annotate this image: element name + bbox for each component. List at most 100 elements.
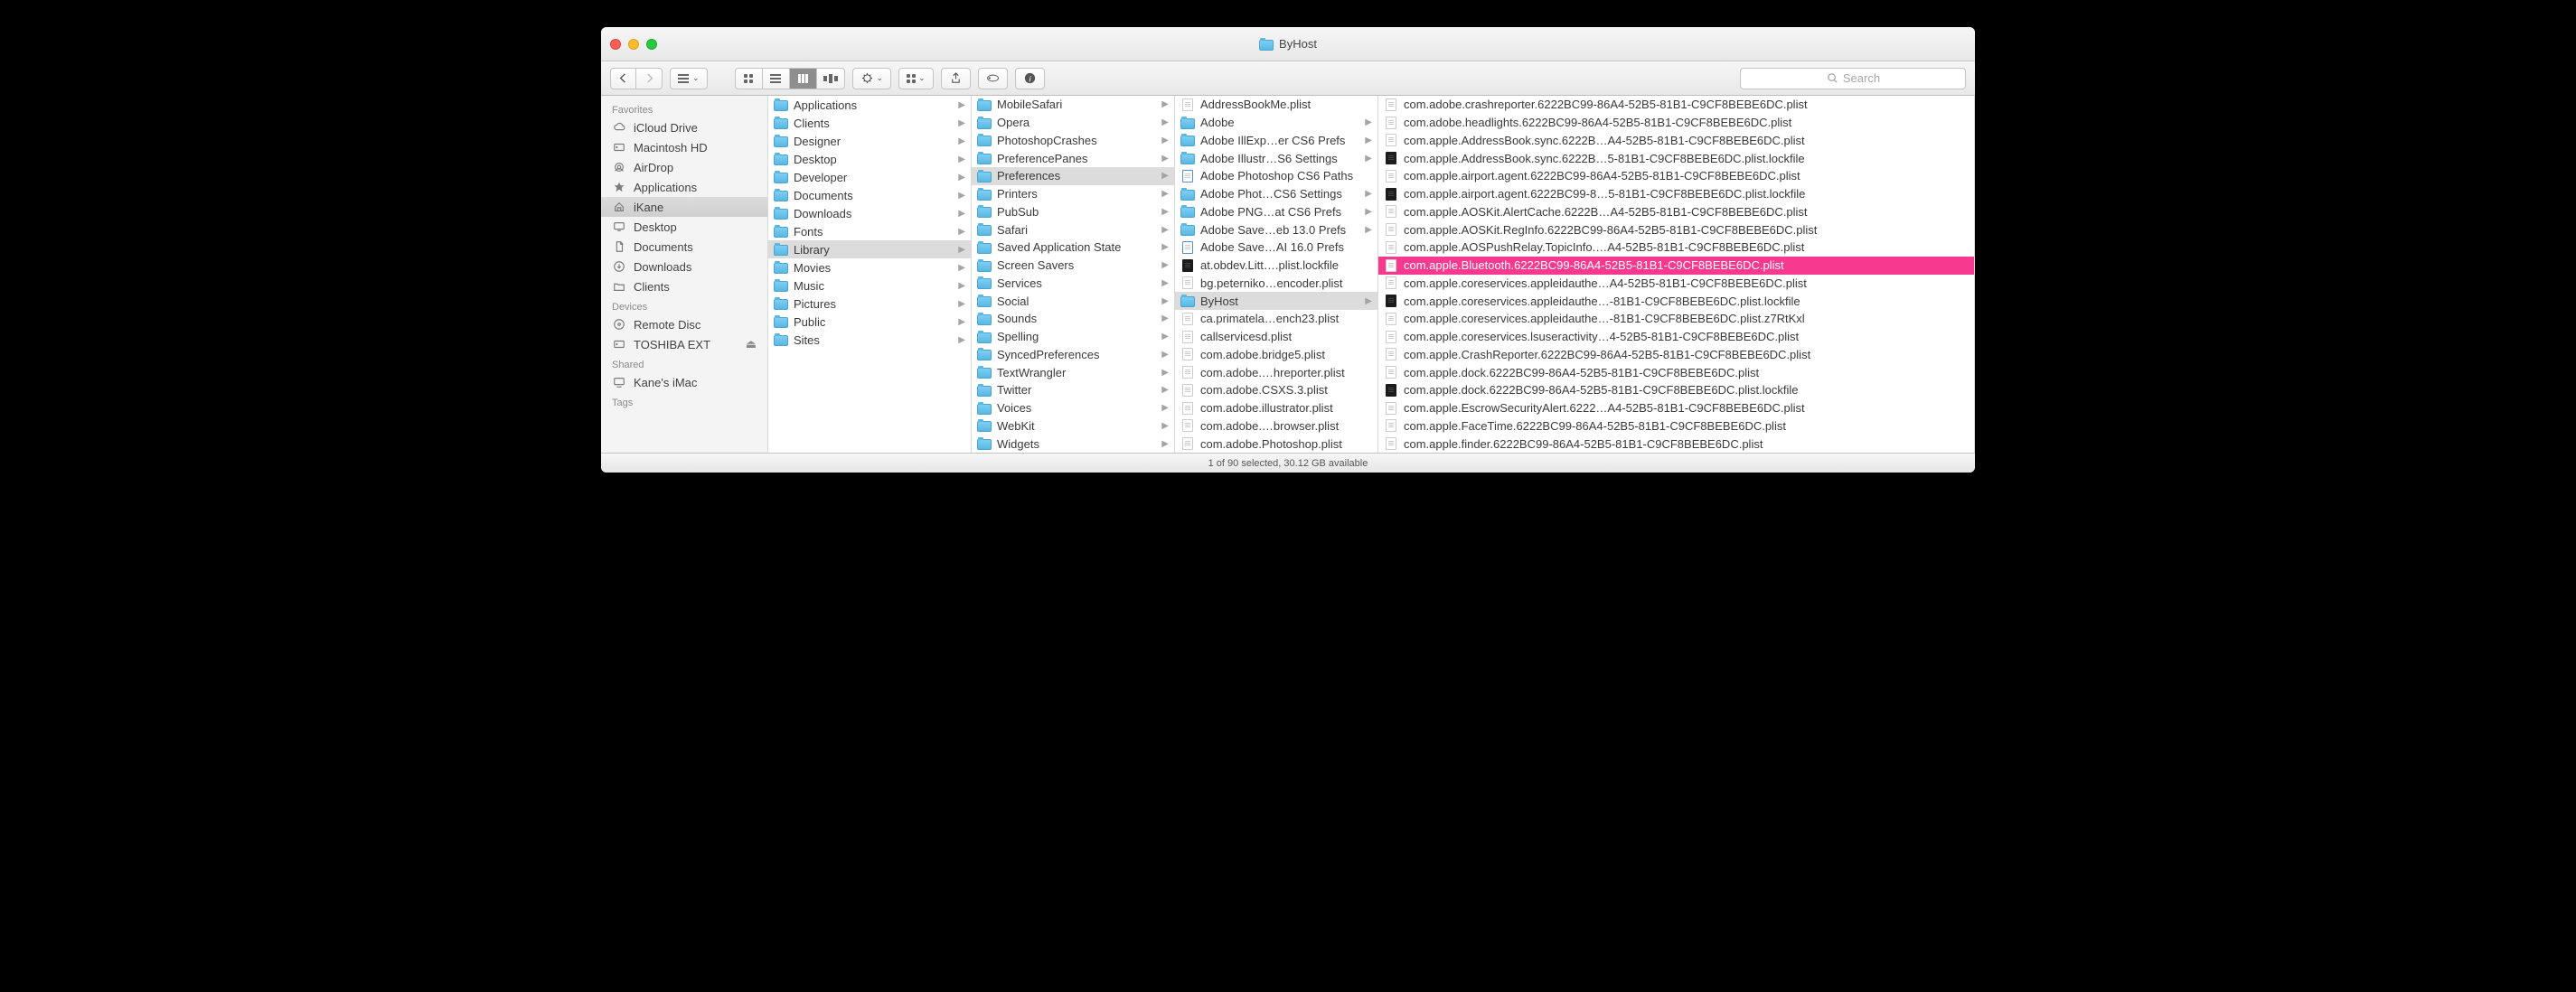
file-row[interactable]: com.adobe.…hreporter.plist — [1175, 363, 1377, 381]
file-row[interactable]: Public▶ — [768, 313, 971, 331]
file-row[interactable]: Social▶ — [972, 292, 1174, 310]
search-input[interactable]: Search — [1740, 68, 1966, 89]
file-row[interactable]: PhotoshopCrashes▶ — [972, 132, 1174, 150]
eject-icon[interactable]: ⏏ — [746, 337, 757, 351]
file-row[interactable]: Twitter▶ — [972, 381, 1174, 399]
sidebar-item-toshiba-ext[interactable]: TOSHIBA EXT⏏ — [601, 334, 767, 354]
file-row[interactable]: com.adobe.CSXS.3.plist — [1175, 381, 1377, 399]
sidebar-item-icloud-drive[interactable]: iCloud Drive — [601, 117, 767, 137]
file-row[interactable]: WebKit▶ — [972, 417, 1174, 435]
file-row[interactable]: com.apple.coreservices.appleidauthe…-81B… — [1378, 292, 1974, 310]
sidebar-item-airdrop[interactable]: AirDrop — [601, 157, 767, 177]
forward-button[interactable] — [636, 69, 662, 89]
file-row[interactable]: Adobe Illustr…S6 Settings▶ — [1175, 149, 1377, 167]
file-row[interactable]: Spelling▶ — [972, 328, 1174, 346]
file-row[interactable]: Adobe PNG…at CS6 Prefs▶ — [1175, 203, 1377, 221]
file-row[interactable]: Fonts▶ — [768, 222, 971, 240]
file-row[interactable]: Adobe Photoshop CS6 Paths — [1175, 167, 1377, 185]
file-row[interactable]: com.apple.FaceTime.6222BC99-86A4-52B5-81… — [1378, 417, 1974, 435]
file-row[interactable]: com.apple.coreservices.appleidauthe…A4-5… — [1378, 275, 1974, 293]
file-row[interactable]: Applications▶ — [768, 96, 971, 114]
file-row[interactable]: Downloads▶ — [768, 204, 971, 222]
titlebar[interactable]: ByHost — [601, 27, 1975, 61]
file-row[interactable]: Safari▶ — [972, 220, 1174, 239]
file-row[interactable]: Desktop▶ — [768, 150, 971, 168]
file-row[interactable]: AddressBookMe.plist — [1175, 96, 1377, 114]
column-4[interactable]: com.adobe.crashreporter.6222BC99-86A4-52… — [1378, 96, 1975, 453]
file-row[interactable]: Printers▶ — [972, 185, 1174, 203]
arrange-button[interactable]: ⌄ — [898, 68, 934, 89]
file-row[interactable]: Library▶ — [768, 240, 971, 258]
file-row[interactable]: Preferences▶ — [972, 167, 1174, 185]
file-row[interactable]: com.adobe.Photoshop.plist — [1175, 435, 1377, 453]
file-row[interactable]: com.apple.EscrowSecurityAlert.6222…A4-52… — [1378, 399, 1974, 417]
column-2[interactable]: MobileSafari▶Opera▶PhotoshopCrashes▶Pref… — [972, 96, 1175, 453]
file-row[interactable]: com.adobe.illustrator.plist — [1175, 399, 1377, 417]
file-row[interactable]: Adobe Save…AI 16.0 Prefs — [1175, 239, 1377, 257]
coverflow-view-button[interactable] — [817, 69, 844, 89]
file-row[interactable]: com.apple.airport.agent.6222BC99-8…5-81B… — [1378, 185, 1974, 203]
file-row[interactable]: com.apple.CrashReporter.6222BC99-86A4-52… — [1378, 346, 1974, 364]
file-row[interactable]: Sounds▶ — [972, 310, 1174, 328]
file-row[interactable]: Designer▶ — [768, 132, 971, 150]
file-row[interactable]: Adobe Phot…CS6 Settings▶ — [1175, 185, 1377, 203]
file-row[interactable]: Clients▶ — [768, 114, 971, 132]
path-button[interactable]: ⌄ — [670, 68, 708, 89]
file-row[interactable]: com.apple.AOSPushRelay.TopicInfo.…A4-52B… — [1378, 239, 1974, 257]
file-row[interactable]: Widgets▶ — [972, 435, 1174, 453]
file-row[interactable]: Screen Savers▶ — [972, 257, 1174, 275]
info-button[interactable]: i — [1015, 68, 1045, 89]
sidebar-item-kane-s-imac[interactable]: Kane's iMac — [601, 372, 767, 392]
list-view-button[interactable] — [763, 69, 790, 89]
tags-button[interactable] — [978, 68, 1008, 89]
column-view-button[interactable] — [790, 69, 817, 89]
column-3[interactable]: AddressBookMe.plistAdobe▶Adobe IllExp…er… — [1175, 96, 1378, 453]
file-row[interactable]: TextWrangler▶ — [972, 363, 1174, 381]
back-button[interactable] — [611, 69, 636, 89]
file-row[interactable]: callservicesd.plist — [1175, 328, 1377, 346]
file-row[interactable]: com.apple.AddressBook.sync.6222B…A4-52B5… — [1378, 132, 1974, 150]
file-row[interactable]: Adobe IllExp…er CS6 Prefs▶ — [1175, 132, 1377, 150]
sidebar-item-desktop[interactable]: Desktop — [601, 217, 767, 237]
minimize-button[interactable] — [628, 39, 639, 50]
file-row[interactable]: com.apple.dock.6222BC99-86A4-52B5-81B1-C… — [1378, 381, 1974, 399]
file-row[interactable]: com.apple.AddressBook.sync.6222B…5-81B1-… — [1378, 149, 1974, 167]
file-row[interactable]: Pictures▶ — [768, 295, 971, 313]
file-row[interactable]: Adobe▶ — [1175, 114, 1377, 132]
file-row[interactable]: com.apple.dock.6222BC99-86A4-52B5-81B1-C… — [1378, 363, 1974, 381]
file-row[interactable]: Voices▶ — [972, 399, 1174, 417]
file-row[interactable]: com.apple.finder.6222BC99-86A4-52B5-81B1… — [1378, 435, 1974, 453]
file-row[interactable]: com.apple.AOSKit.AlertCache.6222B…A4-52B… — [1378, 203, 1974, 221]
file-row[interactable]: com.adobe.headlights.6222BC99-86A4-52B5-… — [1378, 114, 1974, 132]
file-row[interactable]: com.adobe.bridge5.plist — [1175, 346, 1377, 364]
sidebar-item-documents[interactable]: Documents — [601, 237, 767, 257]
sidebar-item-applications[interactable]: Applications — [601, 177, 767, 197]
sidebar-item-macintosh-hd[interactable]: Macintosh HD — [601, 137, 767, 157]
file-row[interactable]: Sites▶ — [768, 331, 971, 349]
close-button[interactable] — [610, 39, 621, 50]
file-row[interactable]: PreferencePanes▶ — [972, 149, 1174, 167]
file-row[interactable]: Saved Application State▶ — [972, 239, 1174, 257]
file-row[interactable]: com.apple.airport.agent.6222BC99-86A4-52… — [1378, 167, 1974, 185]
file-row[interactable]: Movies▶ — [768, 258, 971, 276]
file-row[interactable]: ByHost▶ — [1175, 292, 1377, 310]
action-button[interactable]: ⌄ — [852, 68, 892, 89]
file-row[interactable]: Opera▶ — [972, 114, 1174, 132]
icon-view-button[interactable] — [736, 69, 763, 89]
file-row[interactable]: com.apple.Bluetooth.6222BC99-86A4-52B5-8… — [1378, 257, 1974, 275]
file-row[interactable]: Documents▶ — [768, 186, 971, 204]
file-row[interactable]: PubSub▶ — [972, 203, 1174, 221]
file-row[interactable]: Music▶ — [768, 276, 971, 295]
sidebar-item-downloads[interactable]: Downloads — [601, 257, 767, 276]
file-row[interactable]: com.adobe.crashreporter.6222BC99-86A4-52… — [1378, 96, 1974, 114]
file-row[interactable]: MobileSafari▶ — [972, 96, 1174, 114]
file-row[interactable]: com.apple.coreservices.appleidauthe…-81B… — [1378, 310, 1974, 328]
sidebar-item-ikane[interactable]: iKane — [601, 197, 767, 217]
file-row[interactable]: Services▶ — [972, 275, 1174, 293]
file-row[interactable]: com.adobe.…browser.plist — [1175, 417, 1377, 435]
share-button[interactable] — [941, 68, 971, 89]
file-row[interactable]: at.obdev.Litt….plist.lockfile — [1175, 257, 1377, 275]
file-row[interactable]: bg.peterniko…encoder.plist — [1175, 275, 1377, 293]
zoom-button[interactable] — [646, 39, 657, 50]
sidebar-item-remote-disc[interactable]: Remote Disc — [601, 314, 767, 334]
